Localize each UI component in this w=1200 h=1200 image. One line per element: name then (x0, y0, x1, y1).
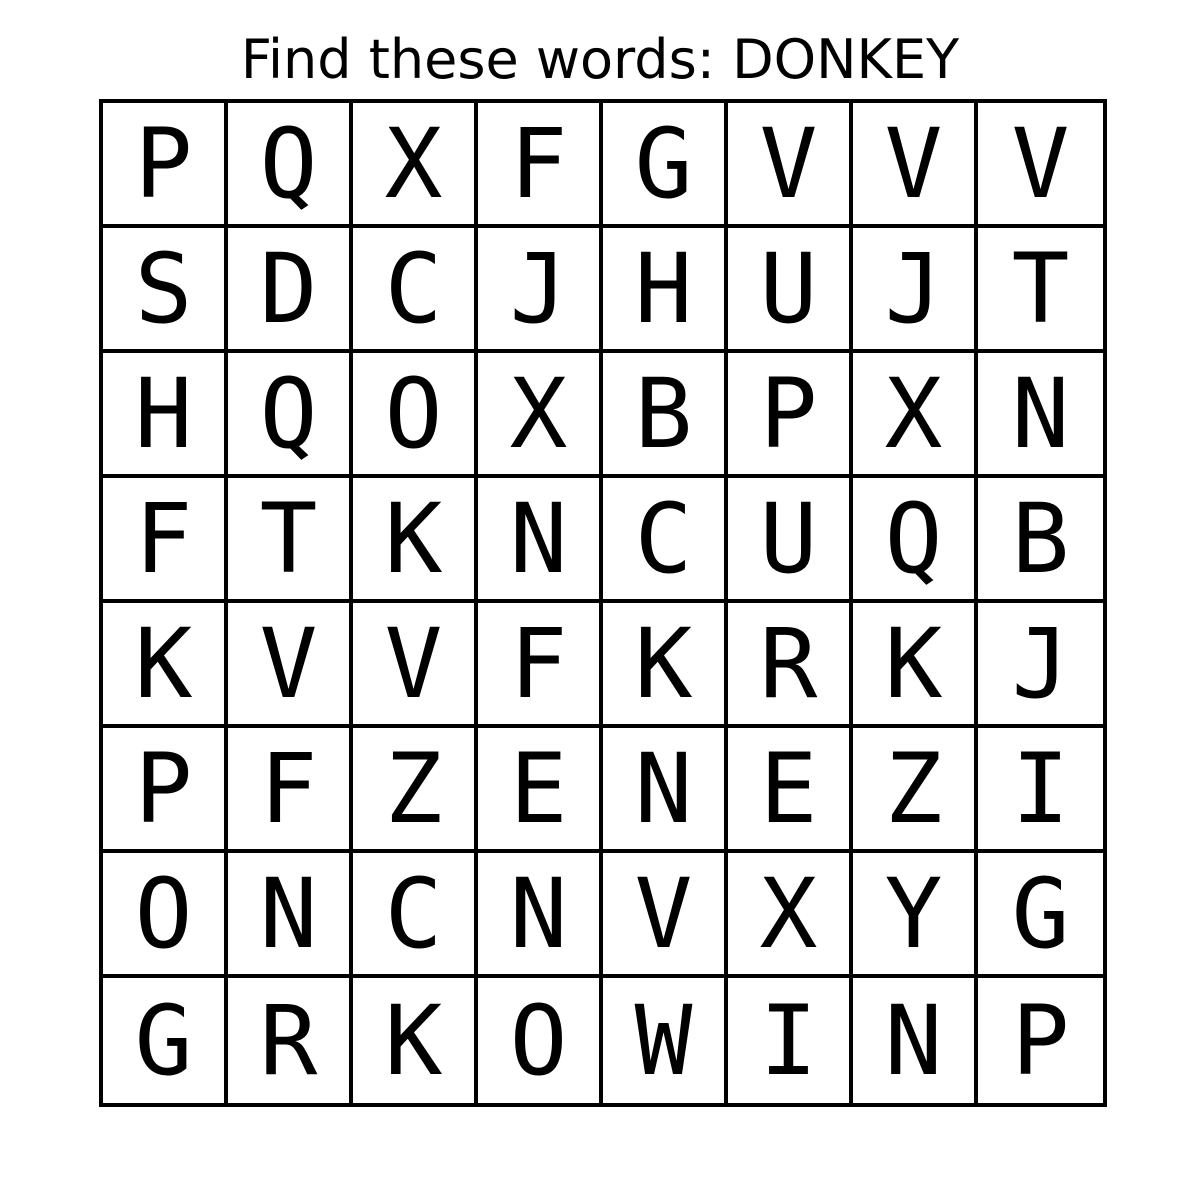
grid-cell-r5-c6[interactable]: Z (853, 728, 978, 853)
grid-cell-r5-c3[interactable]: E (478, 728, 603, 853)
grid-cell-r4-c0[interactable]: K (103, 603, 228, 728)
grid-cell-r6-c0[interactable]: O (103, 853, 228, 978)
grid-cell-r5-c7[interactable]: I (978, 728, 1103, 853)
grid-cell-r4-c1[interactable]: V (228, 603, 353, 728)
grid-cell-r7-c5[interactable]: I (728, 978, 853, 1103)
grid-cell-r1-c1[interactable]: D (228, 228, 353, 353)
grid-cell-r5-c5[interactable]: E (728, 728, 853, 853)
grid-cell-r3-c3[interactable]: N (478, 478, 603, 603)
grid-cell-r3-c0[interactable]: F (103, 478, 228, 603)
grid-cell-r4-c6[interactable]: K (853, 603, 978, 728)
grid-cell-r0-c5[interactable]: V (728, 103, 853, 228)
grid-cell-r4-c2[interactable]: V (353, 603, 478, 728)
grid-cell-r7-c2[interactable]: K (353, 978, 478, 1103)
grid-cell-r0-c3[interactable]: F (478, 103, 603, 228)
grid-cell-r3-c7[interactable]: B (978, 478, 1103, 603)
grid-cell-r7-c0[interactable]: G (103, 978, 228, 1103)
grid-cell-r5-c1[interactable]: F (228, 728, 353, 853)
grid-cell-r6-c5[interactable]: X (728, 853, 853, 978)
grid-cell-r1-c4[interactable]: H (603, 228, 728, 353)
grid-cell-r6-c4[interactable]: V (603, 853, 728, 978)
grid-cell-r1-c6[interactable]: J (853, 228, 978, 353)
grid-cell-r4-c4[interactable]: K (603, 603, 728, 728)
grid-cell-r1-c3[interactable]: J (478, 228, 603, 353)
grid-cell-r1-c0[interactable]: S (103, 228, 228, 353)
grid-cell-r2-c2[interactable]: O (353, 353, 478, 478)
grid-cell-r5-c4[interactable]: N (603, 728, 728, 853)
grid-cell-r6-c1[interactable]: N (228, 853, 353, 978)
grid-cell-r5-c2[interactable]: Z (353, 728, 478, 853)
grid-cell-r6-c7[interactable]: G (978, 853, 1103, 978)
grid-cell-r1-c7[interactable]: T (978, 228, 1103, 353)
grid-cell-r3-c2[interactable]: K (353, 478, 478, 603)
grid-cell-r7-c7[interactable]: P (978, 978, 1103, 1103)
grid-cell-r2-c6[interactable]: X (853, 353, 978, 478)
grid-cell-r7-c3[interactable]: O (478, 978, 603, 1103)
puzzle-title: Find these words: DONKEY (240, 28, 960, 91)
grid-cell-r5-c0[interactable]: P (103, 728, 228, 853)
grid-cell-r0-c2[interactable]: X (353, 103, 478, 228)
grid-cell-r0-c6[interactable]: V (853, 103, 978, 228)
grid-cell-r2-c0[interactable]: H (103, 353, 228, 478)
grid-cell-r2-c5[interactable]: P (728, 353, 853, 478)
grid-cell-r4-c5[interactable]: R (728, 603, 853, 728)
grid-cell-r7-c4[interactable]: W (603, 978, 728, 1103)
grid-cell-r3-c6[interactable]: Q (853, 478, 978, 603)
grid-cell-r0-c4[interactable]: G (603, 103, 728, 228)
grid-cell-r3-c5[interactable]: U (728, 478, 853, 603)
grid-cell-r1-c2[interactable]: C (353, 228, 478, 353)
grid-cell-r3-c4[interactable]: C (603, 478, 728, 603)
grid-cell-r0-c7[interactable]: V (978, 103, 1103, 228)
grid-cell-r6-c6[interactable]: Y (853, 853, 978, 978)
grid-cell-r6-c3[interactable]: N (478, 853, 603, 978)
grid-cell-r2-c4[interactable]: B (603, 353, 728, 478)
grid-cell-r1-c5[interactable]: U (728, 228, 853, 353)
grid-cell-r0-c0[interactable]: P (103, 103, 228, 228)
grid-cell-r6-c2[interactable]: C (353, 853, 478, 978)
grid-cell-r7-c6[interactable]: N (853, 978, 978, 1103)
word-search-grid: PQXFGVVVSDCJHUJTHQOXBPXNFTKNCUQBKVVFKRKJ… (99, 99, 1107, 1107)
grid-cell-r4-c3[interactable]: F (478, 603, 603, 728)
grid-cell-r4-c7[interactable]: J (978, 603, 1103, 728)
grid-cell-r2-c7[interactable]: N (978, 353, 1103, 478)
grid-cell-r2-c1[interactable]: Q (228, 353, 353, 478)
grid-cell-r0-c1[interactable]: Q (228, 103, 353, 228)
grid-cell-r7-c1[interactable]: R (228, 978, 353, 1103)
grid-cell-r3-c1[interactable]: T (228, 478, 353, 603)
grid-cell-r2-c3[interactable]: X (478, 353, 603, 478)
